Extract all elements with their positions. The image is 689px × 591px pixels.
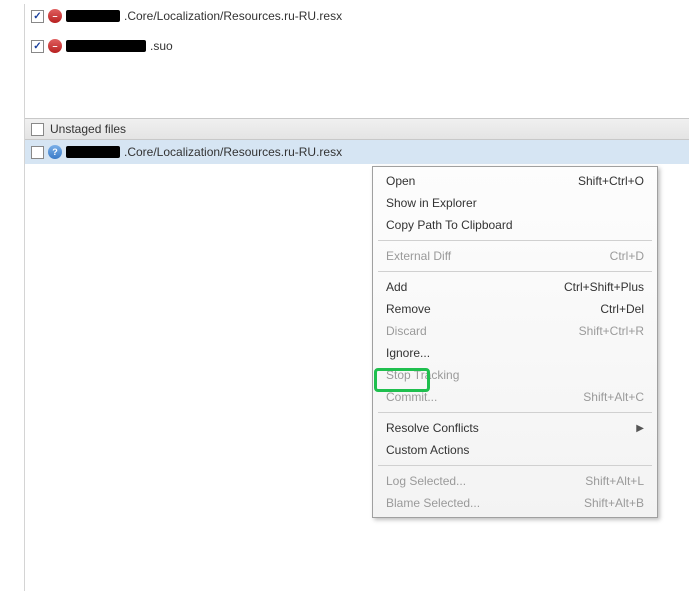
menu-separator [378, 412, 652, 413]
chevron-right-icon: ▶ [636, 423, 644, 434]
menu-log-selected: Log Selected... Shift+Alt+L [376, 470, 654, 492]
menu-label: Custom Actions [386, 443, 469, 457]
menu-label: Discard [386, 324, 427, 338]
menu-separator [378, 240, 652, 241]
menu-add[interactable]: Add Ctrl+Shift+Plus [376, 276, 654, 298]
menu-resolve-conflicts[interactable]: Resolve Conflicts ▶ [376, 417, 654, 439]
menu-label: Commit... [386, 390, 437, 404]
unstaged-header[interactable]: Unstaged files [25, 118, 689, 140]
menu-label: Stop Tracking [386, 368, 459, 382]
menu-external-diff: External Diff Ctrl+D [376, 245, 654, 267]
menu-shortcut: Shift+Alt+L [585, 474, 644, 488]
menu-shortcut: Ctrl+D [610, 249, 644, 263]
unstaged-file-row[interactable]: .Core/Localization/Resources.ru-RU.resx [25, 140, 689, 164]
menu-commit: Commit... Shift+Alt+C [376, 386, 654, 408]
menu-separator [378, 271, 652, 272]
checkbox-icon[interactable] [31, 123, 44, 136]
checkbox-icon[interactable]: ✓ [31, 10, 44, 23]
menu-label: Log Selected... [386, 474, 466, 488]
unknown-icon [48, 145, 62, 159]
menu-blame-selected: Blame Selected... Shift+Alt+B [376, 492, 654, 514]
context-menu: Open Shift+Ctrl+O Show in Explorer Copy … [372, 166, 658, 518]
removed-icon [48, 9, 62, 23]
redacted-segment [66, 40, 146, 52]
redacted-segment [66, 146, 120, 158]
menu-label: Copy Path To Clipboard [386, 218, 513, 232]
menu-shortcut: Shift+Ctrl+O [578, 174, 644, 188]
menu-label: Open [386, 174, 415, 188]
file-path: .Core/Localization/Resources.ru-RU.resx [124, 145, 342, 159]
menu-custom-actions[interactable]: Custom Actions [376, 439, 654, 461]
checkbox-icon[interactable] [31, 146, 44, 159]
file-path: .Core/Localization/Resources.ru-RU.resx [124, 9, 342, 23]
removed-icon [48, 39, 62, 53]
menu-remove[interactable]: Remove Ctrl+Del [376, 298, 654, 320]
menu-label: External Diff [386, 249, 451, 263]
menu-shortcut: Shift+Alt+B [584, 496, 644, 510]
menu-separator [378, 465, 652, 466]
staged-file-row[interactable]: ✓ .suo [25, 34, 689, 58]
menu-label: Ignore... [386, 346, 430, 360]
menu-label: Blame Selected... [386, 496, 480, 510]
checkbox-icon[interactable]: ✓ [31, 40, 44, 53]
menu-open[interactable]: Open Shift+Ctrl+O [376, 170, 654, 192]
menu-shortcut: Shift+Alt+C [583, 390, 644, 404]
menu-label: Show in Explorer [386, 196, 477, 210]
section-title: Unstaged files [50, 122, 126, 136]
menu-show-in-explorer[interactable]: Show in Explorer [376, 192, 654, 214]
menu-label: Add [386, 280, 407, 294]
menu-label: Resolve Conflicts [386, 421, 479, 435]
file-path: .suo [150, 39, 173, 53]
menu-copy-path[interactable]: Copy Path To Clipboard [376, 214, 654, 236]
menu-ignore[interactable]: Ignore... [376, 342, 654, 364]
menu-label: Remove [386, 302, 431, 316]
menu-shortcut: Ctrl+Del [600, 302, 644, 316]
menu-stop-tracking: Stop Tracking [376, 364, 654, 386]
staged-file-row[interactable]: ✓ .Core/Localization/Resources.ru-RU.res… [25, 4, 689, 28]
menu-shortcut: Ctrl+Shift+Plus [564, 280, 644, 294]
menu-discard: Discard Shift+Ctrl+R [376, 320, 654, 342]
menu-shortcut: Shift+Ctrl+R [579, 324, 644, 338]
redacted-segment [66, 10, 120, 22]
